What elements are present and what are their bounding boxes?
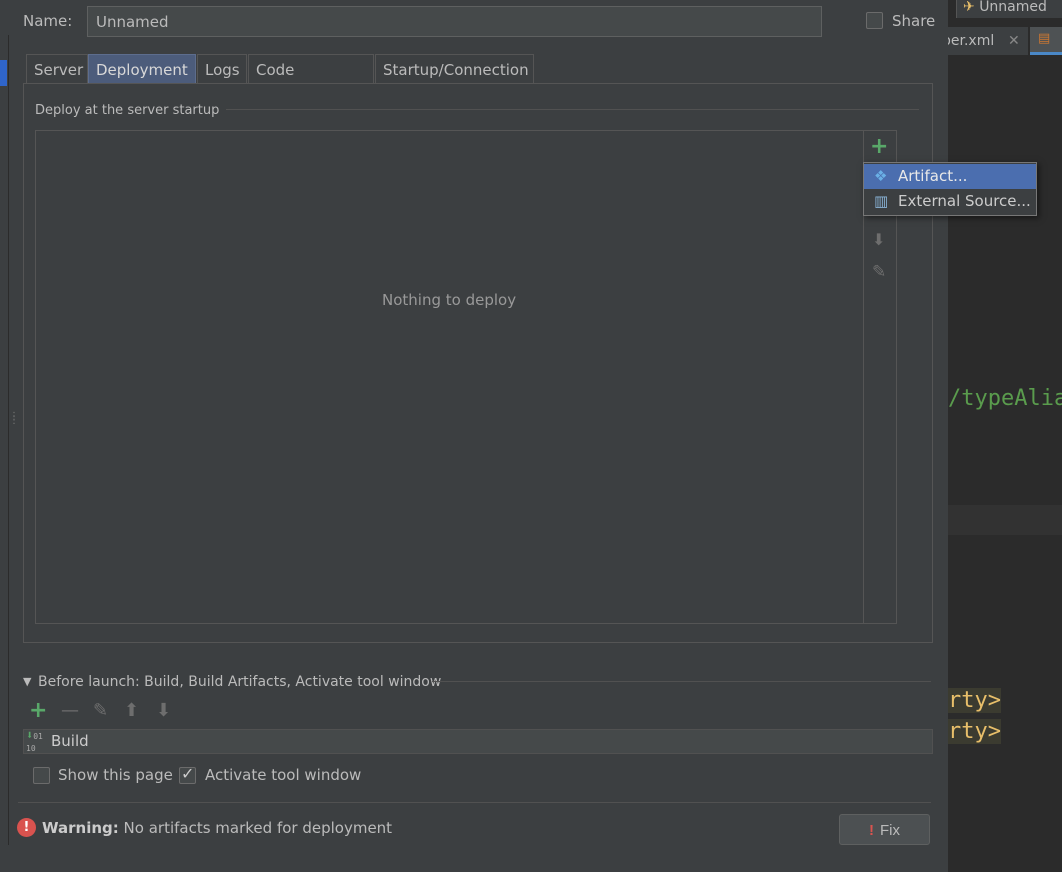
menu-item-label: External Source... bbox=[898, 192, 1031, 210]
tab-label: Logs bbox=[205, 61, 240, 79]
tab-code-coverage[interactable]: Code Coverage bbox=[248, 54, 374, 109]
menu-item-artifact[interactable]: ❖ Artifact... bbox=[864, 164, 1036, 189]
build-icon: ⬇01 10 bbox=[26, 728, 43, 753]
separator bbox=[18, 802, 931, 803]
add-icon[interactable]: + bbox=[870, 134, 888, 159]
name-input[interactable] bbox=[87, 6, 822, 37]
code-fragment: rty> bbox=[948, 719, 1001, 744]
tab-server[interactable]: Server bbox=[26, 54, 88, 84]
config-tree-selection[interactable] bbox=[0, 60, 7, 86]
show-this-page-label: Show this page bbox=[58, 766, 173, 784]
warning-text: No artifacts marked for deployment bbox=[123, 819, 393, 837]
editor-active-tab[interactable]: ▤ bbox=[1030, 27, 1062, 55]
separator bbox=[226, 109, 919, 110]
move-down-icon[interactable]: ⬇ bbox=[872, 230, 885, 249]
tab-label: Server bbox=[34, 61, 84, 79]
share-label: Share bbox=[892, 12, 936, 30]
show-this-page-checkbox[interactable] bbox=[33, 767, 50, 784]
tab-label: Startup/Connection bbox=[383, 61, 529, 79]
task-row[interactable] bbox=[23, 729, 933, 754]
edit-icon[interactable]: ✎ bbox=[93, 700, 108, 721]
share-checkbox[interactable] bbox=[866, 12, 883, 29]
fix-button-label: Fix bbox=[880, 822, 900, 839]
error-bulb-icon: ! bbox=[869, 822, 874, 839]
edit-icon[interactable]: ✎ bbox=[872, 262, 886, 282]
splitter-handle[interactable]: ⋮ ⋮ bbox=[9, 412, 19, 426]
xml-file-icon: ▤ bbox=[1038, 31, 1051, 46]
run-config-tab-label: Unnamed bbox=[979, 0, 1047, 15]
code-fragment: rty> bbox=[948, 688, 1001, 713]
archive-icon: ▥ bbox=[874, 192, 889, 210]
warning-message: Warning: No artifacts marked for deploym… bbox=[42, 819, 392, 837]
run-config-icon: ✈ bbox=[963, 0, 975, 15]
menu-item-external-source[interactable]: ▥ External Source... bbox=[864, 189, 1036, 214]
config-tree-panel bbox=[0, 35, 9, 845]
check-icon: ✓ bbox=[181, 764, 195, 783]
move-down-icon[interactable]: ⬇ bbox=[156, 700, 171, 721]
deploy-section-title: Deploy at the server startup bbox=[35, 103, 220, 118]
warning-label: Warning: bbox=[42, 819, 119, 837]
move-up-icon[interactable]: ⬆ bbox=[124, 700, 139, 721]
editor-file-tab[interactable]: per.xml ✕ bbox=[942, 27, 1028, 55]
close-icon[interactable]: ✕ bbox=[1008, 27, 1020, 55]
warning-icon: ! bbox=[17, 818, 36, 837]
artifact-icon: ❖ bbox=[874, 167, 888, 185]
add-icon[interactable]: + bbox=[29, 698, 47, 723]
remove-icon[interactable]: — bbox=[61, 700, 79, 721]
tab-deployment[interactable]: Deployment bbox=[88, 54, 196, 84]
editor-highlight-band bbox=[948, 505, 1062, 535]
tab-label: Deployment bbox=[96, 61, 188, 79]
before-launch-title[interactable]: Before launch: Build, Build Artifacts, A… bbox=[38, 674, 441, 690]
separator bbox=[432, 681, 931, 682]
run-config-tab[interactable]: ✈ Unnamed bbox=[956, 0, 1062, 18]
add-deployment-popup: ❖ Artifact... ▥ External Source... bbox=[863, 162, 1037, 216]
empty-list-message: Nothing to deploy bbox=[382, 291, 517, 309]
editor-file-tab-label: per.xml bbox=[942, 33, 995, 49]
code-fragment: /typeAlia bbox=[948, 386, 1062, 411]
tab-logs[interactable]: Logs bbox=[197, 54, 247, 84]
activate-tool-window-label: Activate tool window bbox=[205, 766, 362, 784]
deployment-list[interactable] bbox=[35, 130, 897, 624]
menu-item-label: Artifact... bbox=[898, 167, 968, 185]
collapse-arrow-icon[interactable]: ▼ bbox=[23, 675, 31, 688]
fix-button[interactable]: ! Fix bbox=[839, 814, 930, 845]
tab-startup-connection[interactable]: Startup/Connection bbox=[375, 54, 534, 84]
task-label: Build bbox=[51, 732, 89, 750]
name-label: Name: bbox=[23, 12, 73, 30]
